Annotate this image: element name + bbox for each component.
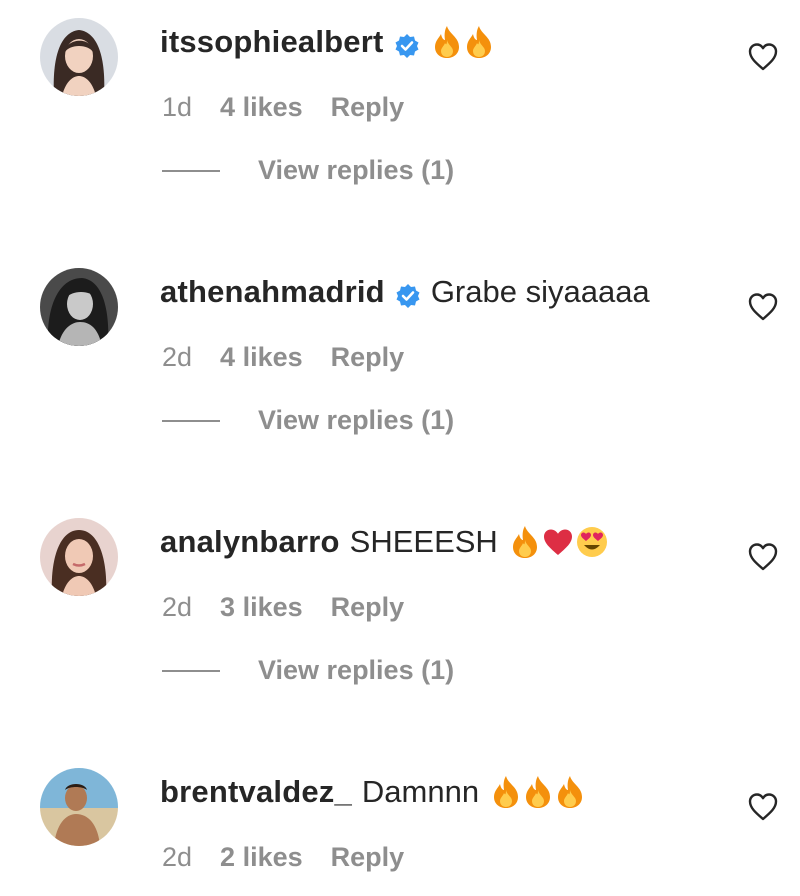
comment-text-line: athenahmadrid Grabe siyaaaaa: [160, 272, 650, 312]
comment-text: Damnnn: [361, 774, 480, 809]
likes-count-link[interactable]: 4 likes: [220, 92, 303, 123]
reply-button[interactable]: Reply: [331, 92, 405, 123]
fire-emoji-icon: [494, 776, 519, 808]
comment-time: 2d: [162, 342, 193, 372]
emoji-group: [491, 775, 585, 809]
view-replies-label: View replies (1): [258, 405, 455, 435]
comment-text: Grabe siyaaaaa: [430, 274, 650, 309]
view-replies-label: View replies (1): [258, 155, 455, 185]
heart-eyes-emoji-icon: [576, 527, 607, 557]
verified-badge-icon: [394, 29, 420, 58]
view-replies-button[interactable]: View replies (1): [162, 405, 454, 436]
like-heart-icon[interactable]: [746, 540, 780, 574]
comment-text: SHEEESH: [349, 524, 498, 559]
reply-button[interactable]: Reply: [331, 342, 405, 373]
username-link[interactable]: itssophiealbert: [160, 22, 384, 62]
likes-count-link[interactable]: 2 likes: [220, 842, 303, 873]
fire-emoji-icon: [558, 776, 583, 808]
avatar[interactable]: [40, 768, 118, 846]
avatar[interactable]: [40, 268, 118, 346]
comment-time: 2d: [162, 592, 193, 622]
like-heart-icon[interactable]: [746, 290, 780, 324]
comment-item: analynbarro SHEEESH 2d 3 likes Reply Vie…: [0, 500, 800, 750]
likes-count-link[interactable]: 3 likes: [220, 592, 303, 623]
username-link[interactable]: athenahmadrid: [160, 272, 385, 312]
view-replies-button[interactable]: View replies (1): [162, 655, 454, 686]
view-replies-label: View replies (1): [258, 655, 455, 685]
fire-emoji-icon: [526, 776, 551, 808]
reply-button[interactable]: Reply: [331, 592, 405, 623]
emoji-group: [432, 25, 494, 59]
comment-text-line: analynbarro SHEEESH: [160, 522, 608, 562]
comment-text-line: brentvaldez_ Damnnn: [160, 772, 585, 812]
comment-time: 2d: [162, 842, 193, 872]
comment-meta: 1d 4 likes Reply: [162, 92, 404, 123]
comment-text-line: itssophiealbert: [160, 22, 494, 62]
comment-meta: 2d 4 likes Reply: [162, 342, 404, 373]
likes-count-link[interactable]: 4 likes: [220, 342, 303, 373]
comment-meta: 2d 3 likes Reply: [162, 592, 404, 623]
replies-divider: [162, 419, 220, 422]
avatar[interactable]: [40, 18, 118, 96]
like-heart-icon[interactable]: [746, 40, 780, 74]
avatar[interactable]: [40, 518, 118, 596]
view-replies-button[interactable]: View replies (1): [162, 155, 454, 186]
fire-emoji-icon: [512, 526, 537, 558]
comment-item: athenahmadrid Grabe siyaaaaa 2d 4 likes …: [0, 250, 800, 500]
username-link[interactable]: brentvaldez_: [160, 772, 352, 812]
comment-item: itssophiealbert 1d 4 likes Reply View re…: [0, 0, 800, 250]
comment-time: 1d: [162, 92, 193, 122]
reply-button[interactable]: Reply: [331, 842, 405, 873]
fire-emoji-icon: [466, 26, 491, 58]
like-heart-icon[interactable]: [746, 790, 780, 824]
fire-emoji-icon: [434, 26, 459, 58]
verified-badge-icon: [395, 279, 421, 308]
username-link[interactable]: analynbarro: [160, 522, 340, 562]
emoji-group: [510, 525, 608, 559]
replies-divider: [162, 669, 220, 672]
comment-meta: 2d 2 likes Reply: [162, 842, 404, 873]
comment-item: brentvaldez_ Damnnn 2d 2 likes Reply: [0, 750, 800, 896]
red-heart-emoji-icon: [543, 529, 572, 555]
replies-divider: [162, 169, 220, 172]
